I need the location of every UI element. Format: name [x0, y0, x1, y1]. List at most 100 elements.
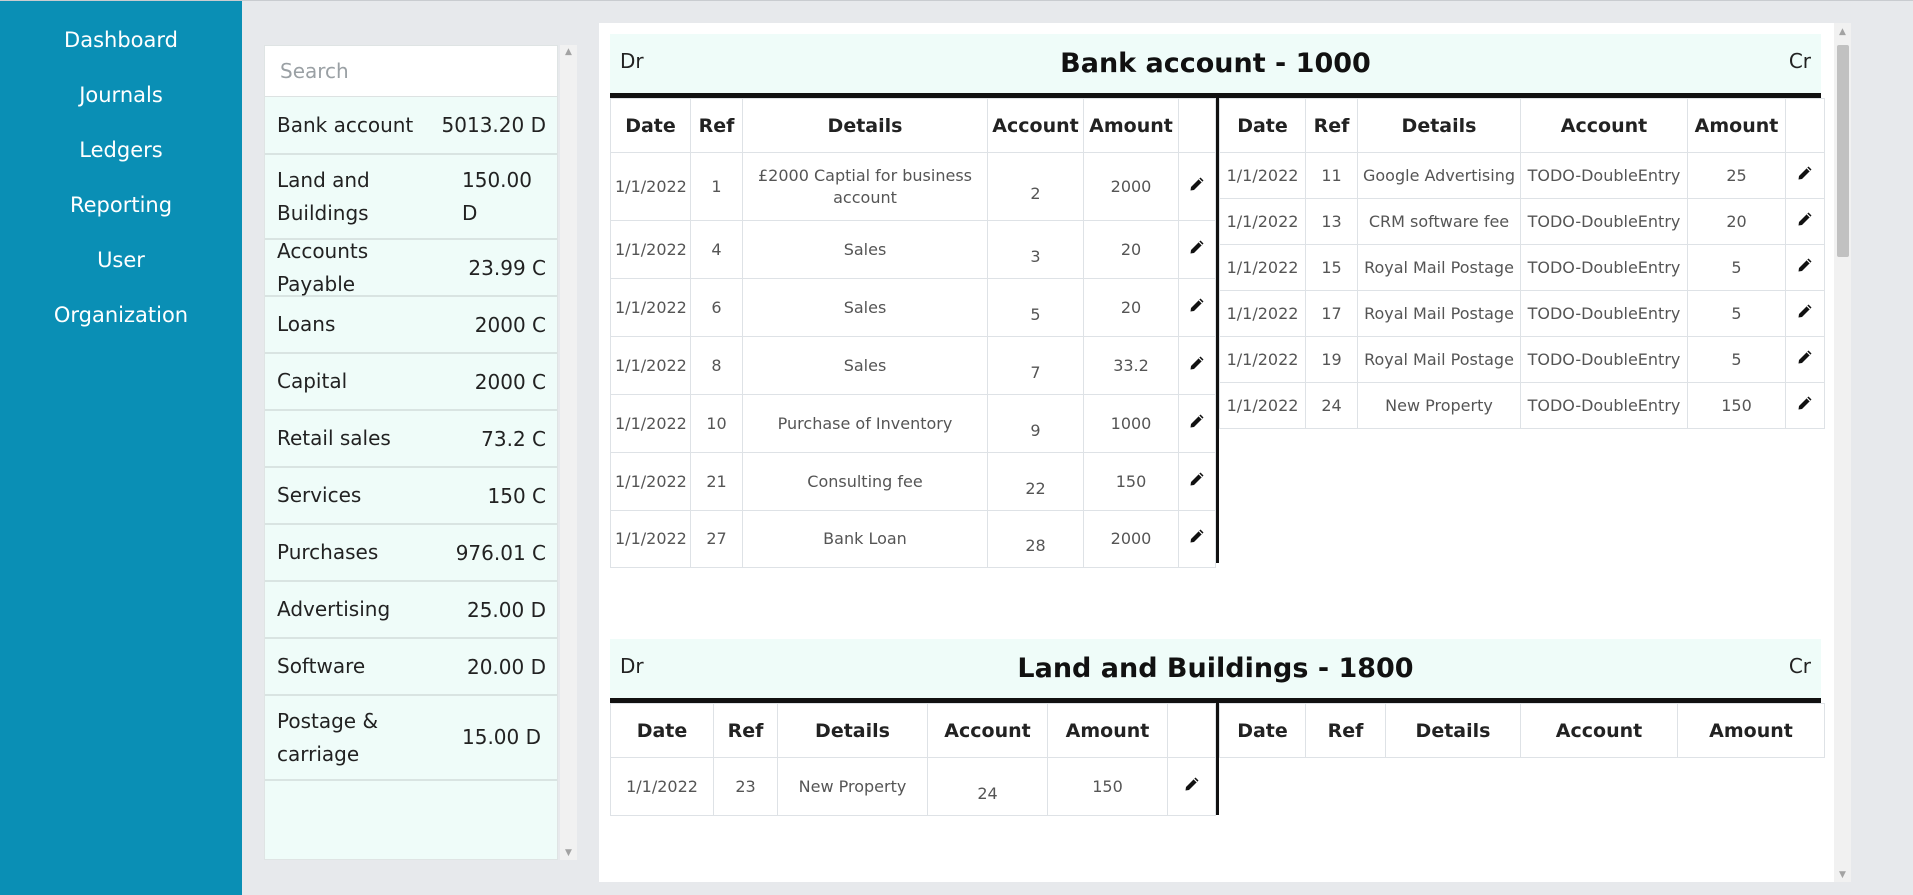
account-balance: 150.00 D: [462, 167, 532, 225]
account-name: Land and Buildings: [277, 167, 370, 225]
cell-amount: 5: [1687, 290, 1786, 337]
account-item[interactable]: Bank account 5013.20 D: [265, 97, 557, 155]
credit-side: Date Ref Details Account Amount: [1219, 703, 1825, 815]
cell-edit: [1178, 452, 1216, 511]
column-header-ref: Ref: [690, 98, 743, 153]
nav-dashboard[interactable]: Dashboard: [0, 13, 242, 68]
scroll-down-arrow-icon[interactable]: ▼: [1834, 870, 1851, 880]
ledger-card: Dr Bank account - 1000 Cr Date Ref Details Acc…: [610, 34, 1825, 568]
nav-organization[interactable]: Organization: [0, 288, 242, 343]
table-row: 1/1/2022 17 Royal Mail Postage TODO-DoubleE…: [1219, 290, 1825, 337]
cell-amount: 150: [1047, 757, 1168, 816]
account-item[interactable]: Services 150 C: [265, 468, 557, 525]
account-balance: 2000 C: [474, 312, 546, 337]
cell-account: 28: [987, 510, 1084, 568]
nav-journals[interactable]: Journals: [0, 68, 242, 123]
cell-date: 1/1/2022: [1219, 290, 1306, 337]
cell-edit: [1785, 382, 1825, 429]
account-item[interactable]: Purchases 976.01 C: [265, 525, 557, 582]
cell-amount: 1000: [1083, 394, 1179, 453]
account-item[interactable]: Software 20.00 D: [265, 639, 557, 696]
cell-date: 1/1/2022: [610, 757, 714, 816]
account-item[interactable]: Loans 2000 C: [265, 297, 557, 354]
debit-side: Date Ref Details Account Amount 1/1/2022 23 New…: [610, 703, 1219, 816]
cell-details: Bank Loan: [742, 510, 988, 568]
pencil-icon[interactable]: [1189, 355, 1205, 377]
cell-details: New Property: [1357, 382, 1521, 429]
ledger-card: Dr Land and Buildings - 1800 Cr Date Ref Deta…: [610, 639, 1825, 816]
column-header-amount: Amount: [1677, 703, 1825, 758]
account-item[interactable]: Capital 2000 C: [265, 354, 557, 411]
account-balance: 25.00 D: [466, 597, 546, 622]
scroll-up-arrow-icon[interactable]: ▲: [560, 47, 577, 57]
cell-date: 1/1/2022: [1219, 244, 1306, 291]
scroll-down-arrow-icon[interactable]: ▼: [560, 848, 577, 858]
account-item[interactable]: Land and Buildings 150.00 D: [265, 155, 557, 240]
ledgers-scrollbar[interactable]: ▲ ▼: [1834, 23, 1851, 882]
cell-ref: 11: [1305, 152, 1358, 199]
pencil-icon[interactable]: [1189, 413, 1205, 435]
pencil-icon[interactable]: [1797, 211, 1813, 233]
account-item[interactable]: Retail sales 73.2 C: [265, 411, 557, 468]
nav-ledgers[interactable]: Ledgers: [0, 123, 242, 178]
account-balance: 5013.20 D: [441, 113, 546, 137]
column-header-details: Details: [1357, 98, 1521, 153]
column-header-date: Date: [1219, 98, 1306, 153]
pencil-icon[interactable]: [1189, 239, 1205, 261]
column-header-date: Date: [610, 98, 691, 153]
cell-date: 1/1/2022: [610, 336, 691, 395]
pencil-icon[interactable]: [1797, 165, 1813, 187]
account-name: Capital: [277, 369, 348, 393]
column-header-account: Account: [1520, 98, 1688, 153]
pencil-icon[interactable]: [1189, 528, 1205, 550]
cell-edit: [1178, 510, 1216, 568]
pencil-icon[interactable]: [1189, 176, 1205, 198]
account-item[interactable]: Advertising 25.00 D: [265, 582, 557, 639]
account-balance: 15.00 D: [462, 725, 542, 749]
pencil-icon[interactable]: [1797, 303, 1813, 325]
nav-user[interactable]: User: [0, 233, 242, 288]
account-name: Accounts Payable: [277, 238, 369, 296]
ledger-header: Dr Land and Buildings - 1800 Cr: [610, 639, 1821, 703]
credit-label: Cr: [1788, 654, 1811, 678]
pencil-icon[interactable]: [1797, 349, 1813, 371]
accounts-list: Bank account 5013.20 D Land and Buildings 1…: [265, 97, 557, 781]
pencil-icon[interactable]: [1189, 471, 1205, 493]
ledger-columns: Date Ref Details Account Amount 1/1/2022 1 £200…: [610, 98, 1825, 568]
search-input[interactable]: [265, 46, 557, 97]
account-name: Bank account: [277, 112, 414, 137]
debit-label: Dr: [620, 49, 644, 73]
account-item[interactable]: Accounts Payable 23.99 C: [265, 239, 557, 297]
scroll-up-arrow-icon[interactable]: ▲: [1834, 27, 1851, 37]
account-item[interactable]: Postage & carriage 15.00 D: [265, 696, 557, 781]
column-header-ref: Ref: [713, 703, 778, 758]
scrollbar-thumb[interactable]: [1837, 45, 1849, 257]
column-header-account: Account: [927, 703, 1048, 758]
cell-ref: 23: [713, 757, 778, 816]
cell-account: TODO-DoubleEntry: [1520, 152, 1688, 199]
pencil-icon[interactable]: [1797, 257, 1813, 279]
pencil-icon[interactable]: [1797, 395, 1813, 417]
pencil-icon[interactable]: [1189, 297, 1205, 319]
account-balance: 73.2 C: [481, 426, 546, 451]
nav-reporting[interactable]: Reporting: [0, 178, 242, 233]
column-header-date: Date: [1219, 703, 1306, 758]
account-balance: 23.99 C: [468, 255, 546, 280]
cell-ref: 27: [690, 510, 743, 568]
accounts-scrollbar[interactable]: ▲ ▼: [560, 45, 577, 860]
cell-account: 5: [987, 278, 1084, 337]
debit-table: Date Ref Details Account Amount 1/1/2022 23 New…: [610, 703, 1216, 816]
pencil-icon[interactable]: [1184, 776, 1200, 798]
cell-amount: 20: [1083, 220, 1179, 279]
cell-edit: [1785, 336, 1825, 383]
cell-details: Google Advertising: [1357, 152, 1521, 199]
column-header-details: Details: [742, 98, 988, 153]
cell-ref: 4: [690, 220, 743, 279]
cell-amount: 5: [1687, 244, 1786, 291]
cell-date: 1/1/2022: [610, 452, 691, 511]
table-row: 1/1/2022 21 Consulting fee 22 150: [610, 452, 1216, 511]
cell-details: Consulting fee: [742, 452, 988, 511]
cell-account: TODO-DoubleEntry: [1520, 336, 1688, 383]
cell-account: 2: [987, 152, 1084, 221]
cell-amount: 2000: [1083, 152, 1179, 221]
